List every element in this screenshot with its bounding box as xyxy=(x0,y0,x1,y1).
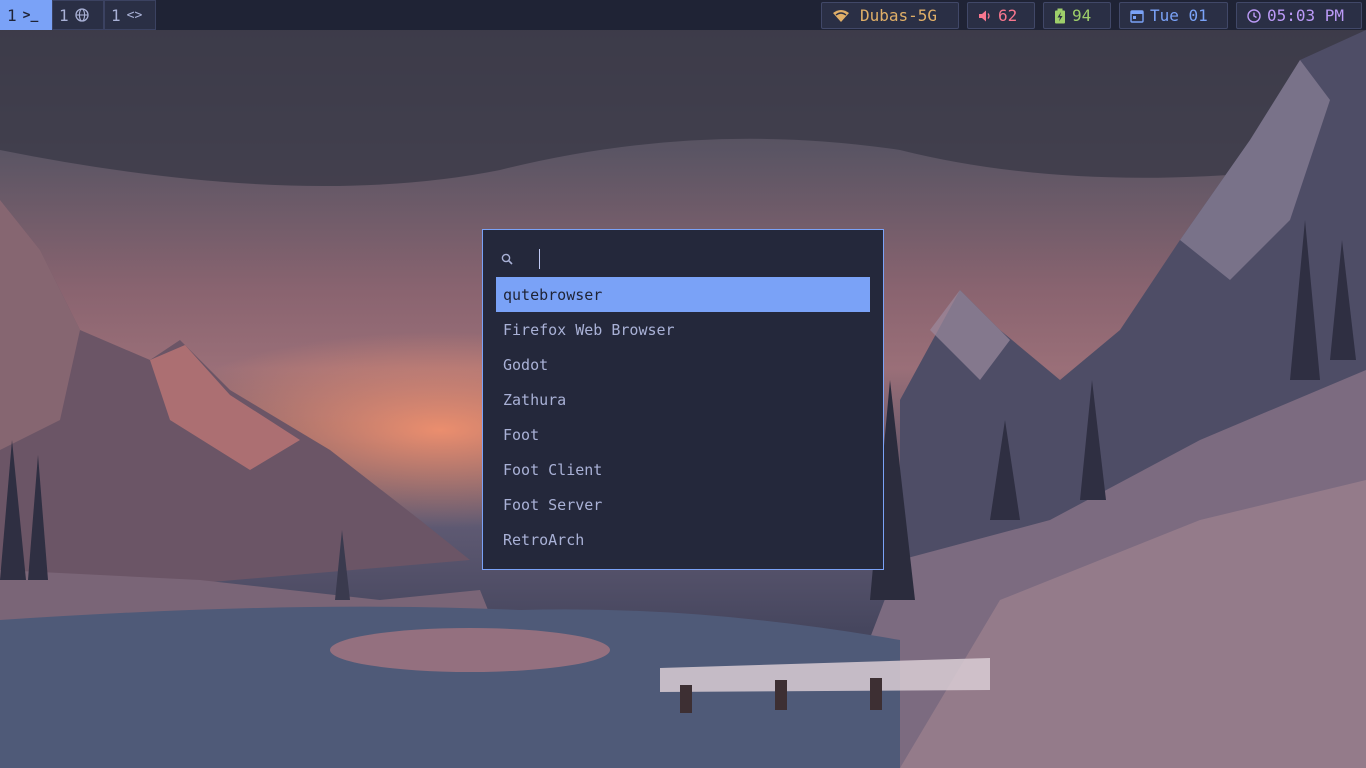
launcher-results-list: qutebrowser Firefox Web Browser Godot Za… xyxy=(496,277,870,557)
top-bar: 1 >_ 1 1 <> Dubas-5G 62 94 Tue 01 05:03 … xyxy=(0,0,1366,30)
workspace-number: 1 xyxy=(59,5,69,25)
workspace-browser[interactable]: 1 xyxy=(52,0,104,30)
calendar-icon xyxy=(1130,9,1144,23)
workspace-number: 1 xyxy=(111,5,121,25)
wifi-module[interactable]: Dubas-5G xyxy=(821,2,959,29)
code-icon: <> xyxy=(126,7,143,23)
launcher-result-zathura[interactable]: Zathura xyxy=(496,382,870,417)
volume-level: 62 xyxy=(998,6,1018,25)
battery-charging-icon xyxy=(1055,8,1065,23)
launcher-result-foot[interactable]: Foot xyxy=(496,417,870,452)
clock-icon xyxy=(1247,8,1261,23)
launcher-result-foot-client[interactable]: Foot Client xyxy=(496,452,870,487)
launcher-result-firefox[interactable]: Firefox Web Browser xyxy=(496,312,870,347)
result-label: Foot xyxy=(503,425,540,444)
battery-level: 94 xyxy=(1072,6,1092,25)
volume-icon xyxy=(979,10,990,21)
result-label: RetroArch xyxy=(503,530,585,549)
globe-icon xyxy=(74,8,89,22)
workspace-code[interactable]: 1 <> xyxy=(104,0,156,30)
workspace-number: 1 xyxy=(7,5,17,25)
app-launcher: qutebrowser Firefox Web Browser Godot Za… xyxy=(482,229,884,570)
battery-module[interactable]: 94 xyxy=(1043,2,1111,29)
result-label: qutebrowser xyxy=(503,285,603,304)
workspace-terminal[interactable]: 1 >_ xyxy=(0,0,52,30)
result-label: Zathura xyxy=(503,390,567,409)
launcher-result-qutebrowser[interactable]: qutebrowser xyxy=(496,277,870,312)
result-label: Foot Server xyxy=(503,495,603,514)
date-label: Tue 01 xyxy=(1150,6,1208,25)
date-module[interactable]: Tue 01 xyxy=(1119,2,1228,29)
launcher-result-godot[interactable]: Godot xyxy=(496,347,870,382)
launcher-result-foot-server[interactable]: Foot Server xyxy=(496,487,870,522)
clock-module[interactable]: 05:03 PM xyxy=(1236,2,1362,29)
search-icon xyxy=(501,253,513,265)
wifi-icon xyxy=(833,9,849,22)
result-label: Godot xyxy=(503,355,549,374)
result-label: Firefox Web Browser xyxy=(503,320,675,339)
wifi-ssid: Dubas-5G xyxy=(860,6,938,25)
terminal-icon: >_ xyxy=(22,7,39,23)
text-caret xyxy=(539,249,540,269)
clock-time: 05:03 PM xyxy=(1267,6,1345,25)
volume-module[interactable]: 62 xyxy=(967,2,1035,29)
launcher-search-row xyxy=(501,248,851,270)
launcher-search-input[interactable] xyxy=(521,248,851,270)
launcher-result-retroarch[interactable]: RetroArch xyxy=(496,522,870,557)
result-label: Foot Client xyxy=(503,460,603,479)
